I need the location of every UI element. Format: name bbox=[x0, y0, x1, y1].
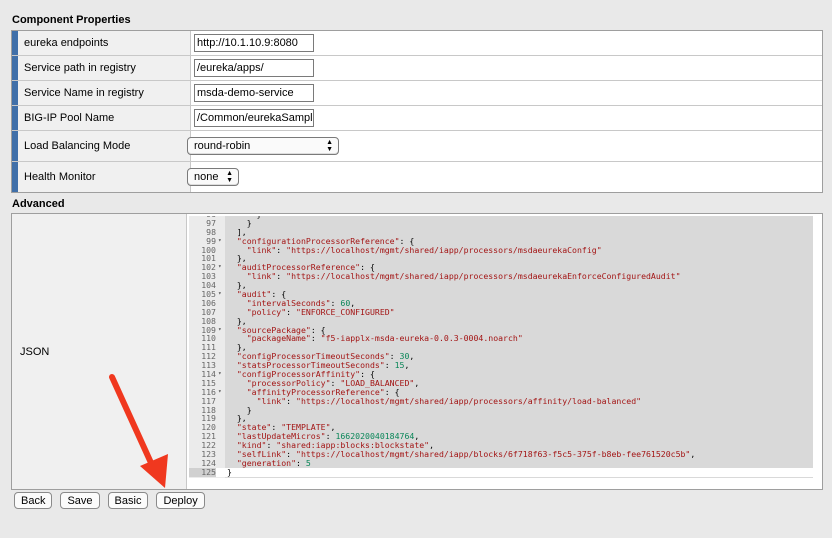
code-text: "policy": "ENFORCE_CONFIGURED" bbox=[246, 306, 395, 317]
select-arrows-icon: ▲ ▼ bbox=[326, 139, 333, 153]
line-number: 125 bbox=[189, 467, 216, 477]
property-label: Health Monitor bbox=[18, 162, 191, 192]
property-label: Service Name in registry bbox=[18, 81, 191, 105]
fold-arrow-icon[interactable]: ▾ bbox=[218, 237, 222, 246]
property-row-load-balancing: Load Balancing Mode round-robin ▲ ▼ bbox=[12, 131, 822, 162]
json-editor[interactable]: 96 }97 }98 ],99▾ "configurationProcessor… bbox=[189, 216, 813, 478]
component-properties-heading: Component Properties bbox=[12, 14, 131, 26]
fold-arrow-icon[interactable]: ▾ bbox=[218, 370, 222, 379]
editor-line: 117 "link": "https://localhost/mgmt/shar… bbox=[189, 395, 813, 406]
code-text: } bbox=[227, 466, 232, 477]
select-value: round-robin bbox=[194, 140, 251, 152]
editor-line: 118 } bbox=[189, 405, 813, 415]
select-value: none bbox=[194, 171, 219, 183]
code-text: "link": "https://localhost/mgmt/shared/i… bbox=[246, 244, 602, 255]
property-row-pool-name: BIG-IP Pool Name /Common/eurekaSample bbox=[12, 106, 822, 131]
fold-arrow-icon[interactable]: ▾ bbox=[218, 388, 222, 397]
property-row-service-path: Service path in registry /eureka/apps/ bbox=[12, 56, 822, 81]
pool-name-input[interactable]: /Common/eurekaSample bbox=[194, 109, 314, 127]
health-monitor-select[interactable]: none ▲ ▼ bbox=[187, 168, 239, 186]
property-row-health-monitor: Health Monitor none ▲ ▼ bbox=[12, 162, 822, 192]
eureka-endpoints-input[interactable]: http://10.1.10.9:8080 bbox=[194, 34, 314, 52]
component-properties-table: eureka endpoints http://10.1.10.9:8080 S… bbox=[11, 30, 823, 193]
load-balancing-select[interactable]: round-robin ▲ ▼ bbox=[187, 137, 339, 155]
advanced-table: JSON 96 }97 }98 ],99▾ "configurationProc… bbox=[11, 213, 823, 490]
editor-line: 100 "link": "https://localhost/mgmt/shar… bbox=[189, 244, 813, 255]
basic-button[interactable]: Basic bbox=[107, 492, 149, 509]
code-text: "link": "https://localhost/mgmt/shared/i… bbox=[256, 395, 642, 406]
save-button[interactable]: Save bbox=[60, 492, 100, 509]
property-row-service-name: Service Name in registry msda-demo-servi… bbox=[12, 81, 822, 106]
property-label: eureka endpoints bbox=[18, 31, 191, 55]
code-text: "generation": 5 bbox=[236, 457, 311, 468]
json-label: JSON bbox=[12, 214, 187, 489]
deploy-button[interactable]: Deploy bbox=[156, 492, 205, 509]
property-label: Service path in registry bbox=[18, 56, 191, 80]
editor-line: 125} bbox=[189, 466, 813, 477]
property-label: Load Balancing Mode bbox=[18, 131, 191, 161]
fold-arrow-icon[interactable]: ▾ bbox=[218, 326, 222, 335]
code-text: "packageName": "f5-iapplx-msda-eureka-0.… bbox=[246, 333, 523, 344]
fold-arrow-icon[interactable]: ▾ bbox=[218, 290, 222, 299]
service-path-input[interactable]: /eureka/apps/ bbox=[194, 59, 314, 77]
fold-arrow-icon[interactable]: ▾ bbox=[218, 263, 222, 272]
editor-line: 110 "packageName": "f5-iapplx-msda-eurek… bbox=[189, 334, 813, 343]
advanced-heading: Advanced bbox=[12, 198, 65, 210]
service-name-input[interactable]: msda-demo-service bbox=[194, 84, 314, 102]
editor-code: 96 }97 }98 ],99▾ "configurationProcessor… bbox=[189, 216, 813, 477]
back-button[interactable]: Back bbox=[14, 492, 53, 509]
editor-line: 97 } bbox=[189, 218, 813, 228]
property-label: BIG-IP Pool Name bbox=[18, 106, 191, 130]
editor-line: 124 "generation": 5 bbox=[189, 457, 813, 468]
editor-line: 107 "policy": "ENFORCE_CONFIGURED" bbox=[189, 306, 813, 317]
action-buttons: Back Save Basic Deploy bbox=[14, 492, 205, 509]
property-row-eureka-endpoints: eureka endpoints http://10.1.10.9:8080 bbox=[12, 31, 822, 56]
editor-line: 103 "link": "https://localhost/mgmt/shar… bbox=[189, 272, 813, 281]
select-arrows-icon: ▲ ▼ bbox=[226, 170, 233, 184]
code-text: "link": "https://localhost/mgmt/shared/i… bbox=[246, 271, 681, 282]
